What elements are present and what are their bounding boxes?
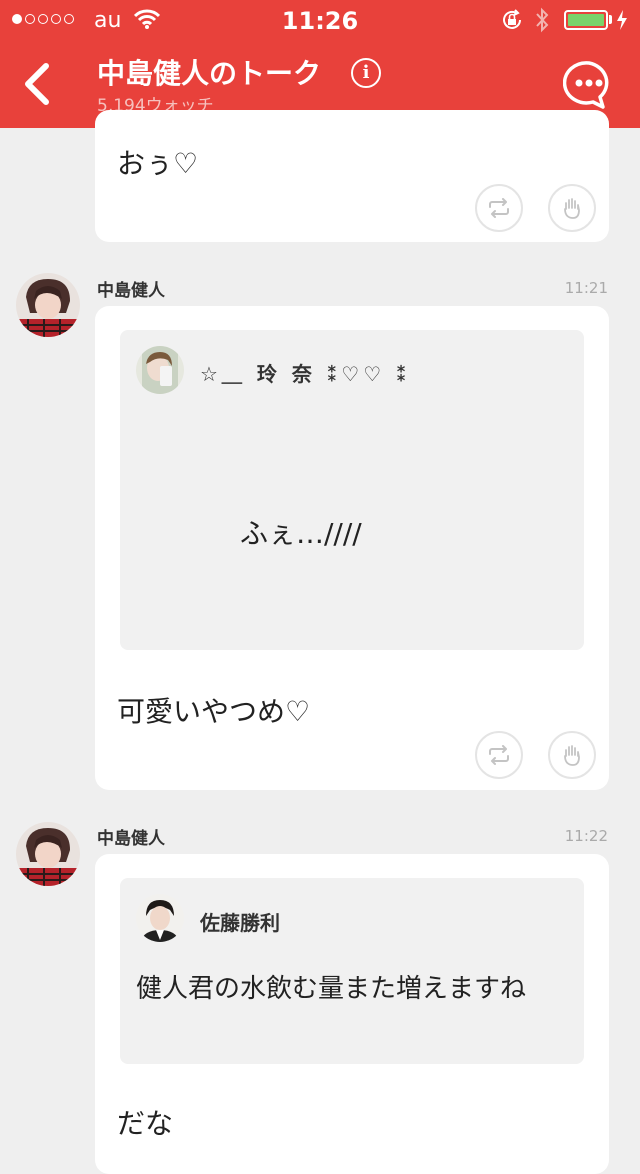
message-text: 可愛いやつめ♡ xyxy=(117,695,311,728)
cheer-hand-icon xyxy=(564,745,580,766)
message-time: 11:21 xyxy=(564,279,608,297)
message-text: おぅ♡ xyxy=(117,147,199,180)
author-name: 中島健人 xyxy=(97,829,165,849)
charging-icon xyxy=(616,9,628,35)
status-bar: au 11:26 xyxy=(0,0,640,40)
repost-icon xyxy=(489,198,509,218)
author-name: 中島健人 xyxy=(97,281,165,301)
quoted-message[interactable]: ☆＿ 玲 奈 ⁑♡♡ ⁑ ふぇ…//// xyxy=(120,330,584,650)
bluetooth-icon xyxy=(534,7,550,37)
cheer-button[interactable] xyxy=(548,731,596,779)
quoted-message[interactable]: 佐藤勝利 健人君の水飲む量また増えますね xyxy=(120,878,584,1064)
chat-bubble-icon[interactable] xyxy=(562,60,615,114)
quoted-author-name: ☆＿ 玲 奈 ⁑♡♡ ⁑ xyxy=(200,362,411,386)
back-button[interactable] xyxy=(20,62,52,110)
cheer-button[interactable] xyxy=(548,184,596,232)
info-button[interactable]: i xyxy=(351,58,381,88)
repost-button[interactable] xyxy=(475,184,523,232)
avatar[interactable] xyxy=(16,273,80,337)
lock-rotation-icon xyxy=(500,8,524,36)
message-time: 11:22 xyxy=(564,827,608,845)
header-bar: au 11:26 中島健人のトーク i 5,194ウォッチ xyxy=(0,0,640,128)
repost-icon xyxy=(489,745,509,765)
quoted-text: ふぇ…//// xyxy=(240,517,362,550)
battery-icon xyxy=(564,10,608,30)
cheer-hand-icon xyxy=(564,198,580,219)
repost-button[interactable] xyxy=(475,731,523,779)
quoted-avatar xyxy=(136,346,184,394)
quoted-text: 健人君の水飲む量また増えますね xyxy=(136,974,527,1004)
message-card: おぅ♡ xyxy=(95,110,609,242)
page-title: 中島健人のトーク xyxy=(97,57,322,90)
avatar[interactable] xyxy=(16,822,80,886)
message-text: だな xyxy=(117,1107,174,1140)
quoted-avatar xyxy=(136,894,184,942)
quoted-author-name: 佐藤勝利 xyxy=(200,911,280,935)
